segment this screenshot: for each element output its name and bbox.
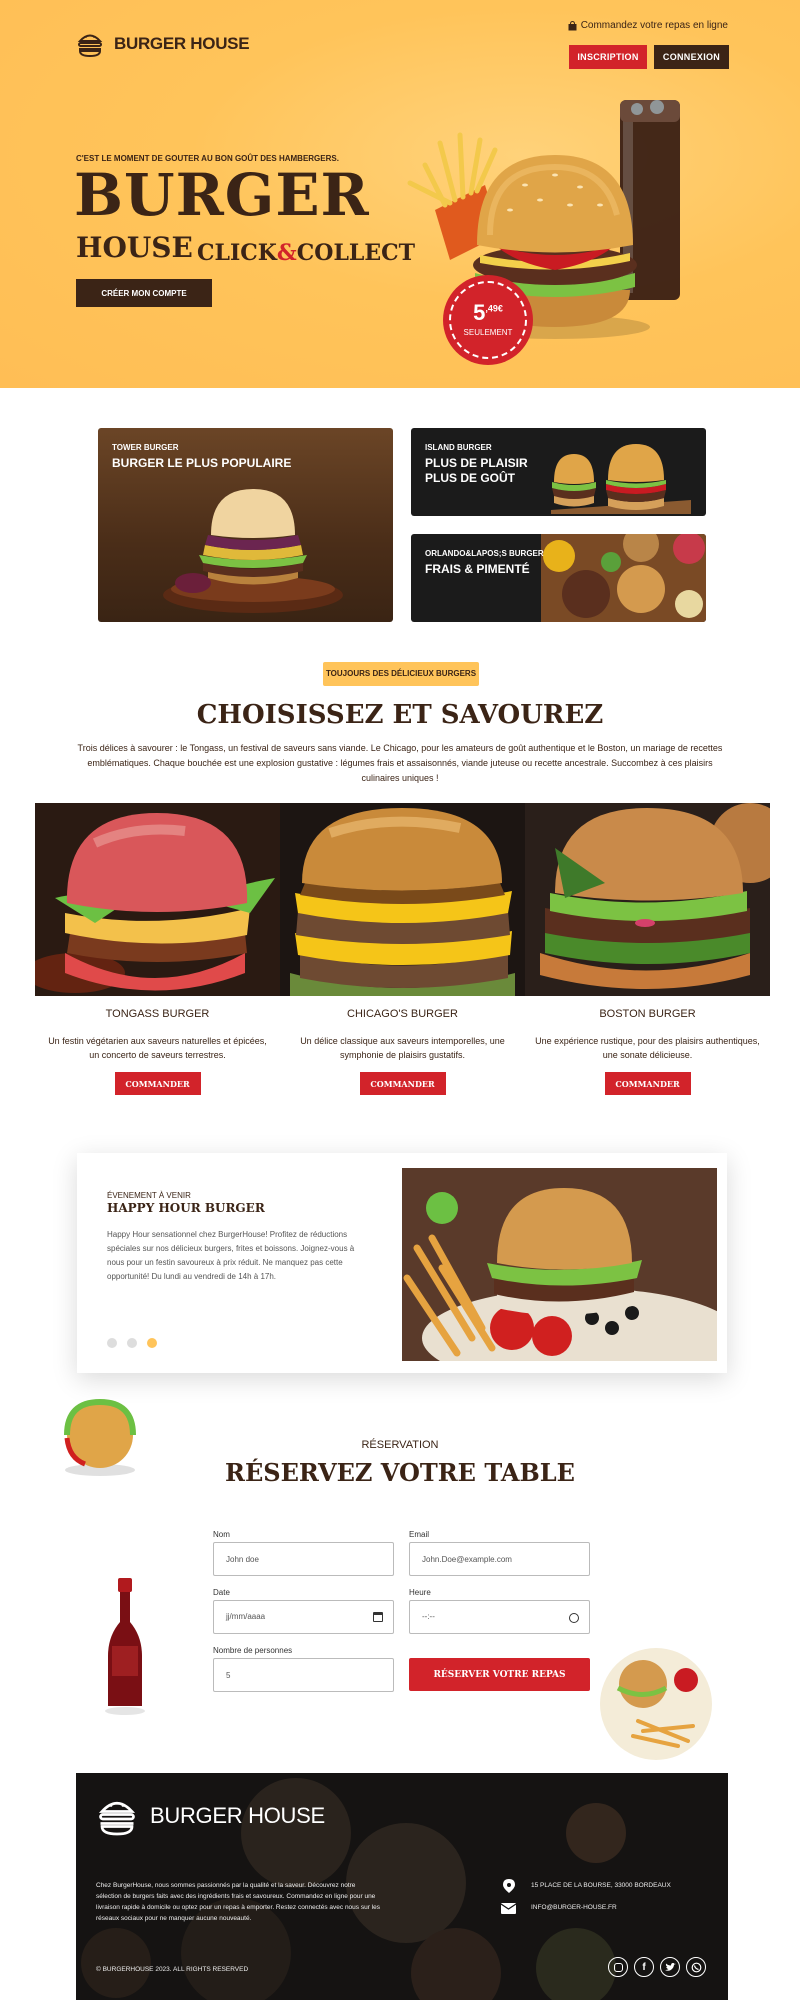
- promo-tower-title: BURGER LE PLUS POPULAIRE: [112, 456, 292, 470]
- product-card-boston: BOSTON BURGER Une expérience rustique, p…: [525, 803, 770, 1095]
- tongass-burger-image: [35, 803, 280, 996]
- whatsapp-icon[interactable]: [686, 1957, 706, 1977]
- event-title: HAPPY HOUR BURGER: [107, 1201, 265, 1215]
- create-account-button[interactable]: CRÉER MON COMPTE: [76, 279, 212, 307]
- price-value: 5,49€: [443, 300, 533, 326]
- product-name: TONGASS BURGER: [105, 1008, 210, 1020]
- choose-intro: Trois délices à savourer : le Tongass, u…: [77, 743, 723, 783]
- twitter-icon[interactable]: [660, 1957, 680, 1977]
- chicago-burger-image: [280, 803, 525, 996]
- time-placeholder: --:--: [422, 1612, 435, 1621]
- hero-title-house: HOUSE: [76, 231, 193, 264]
- product-desc: Un festin végétarien aux saveurs naturel…: [48, 1036, 267, 1060]
- event-burger-image: [402, 1168, 717, 1361]
- promo-island-sub: ISLAND BURGER: [425, 443, 492, 452]
- price-main: 5: [473, 300, 486, 325]
- promo-card-orlando[interactable]: ORLANDO&LAPOS;S BURGER FRAIS & PIMENTÉ: [411, 534, 706, 622]
- reservation-title: RÉSERVEZ VOTRE TABLE: [225, 1458, 575, 1487]
- section-pill: TOUJOURS DES DÉLICIEUX BURGERS: [323, 662, 479, 686]
- choose-title: CHOISISSEZ ET SAVOUREZ: [196, 700, 604, 730]
- price-badge: 5,49€ SEULEMENT: [443, 275, 533, 365]
- name-label: Nom: [213, 1530, 230, 1539]
- footer-email[interactable]: INFO@BURGER-HOUSE.FR: [531, 1904, 617, 1911]
- product-card-tongass: TONGASS BURGER Un festin végétarien aux …: [35, 803, 280, 1095]
- carousel-dot-1[interactable]: [107, 1338, 117, 1348]
- hero-title-amp: &: [276, 240, 297, 266]
- order-button[interactable]: COMMANDER: [114, 1072, 201, 1095]
- instagram-icon[interactable]: [608, 1957, 628, 1977]
- event-carousel: ÉVENEMENT À VENIR HAPPY HOUR BURGER Happ…: [77, 1153, 727, 1373]
- date-placeholder: jj/mm/aaaa: [226, 1612, 266, 1621]
- promo-island-title-1: PLUS DE PLAISIR: [425, 456, 528, 470]
- reserve-button[interactable]: RÉSERVER VOTRE REPAS: [409, 1658, 590, 1691]
- burger-logo-icon: [98, 1801, 136, 1836]
- promo-card-tower[interactable]: TOWER BURGER BURGER LE PLUS POPULAIRE: [98, 428, 393, 622]
- footer-address: 15 PLACE DE LA BOURSE, 33000 BORDEAUX: [531, 1882, 671, 1889]
- hero-title-click: CLICK: [197, 240, 277, 266]
- island-burgers-image: [551, 444, 691, 514]
- time-field[interactable]: --:--: [409, 1600, 590, 1634]
- people-field[interactable]: [213, 1658, 394, 1692]
- product-name: CHICAGO'S BURGER: [347, 1008, 458, 1020]
- brand-name: BURGER HOUSE: [114, 34, 250, 53]
- location-pin-icon: [503, 1879, 515, 1893]
- burger-logo-icon: [77, 34, 103, 58]
- orlando-burger-image: [541, 534, 706, 622]
- footer-logo[interactable]: BURGER HOUSE: [96, 1795, 325, 1837]
- date-label: Date: [213, 1588, 230, 1597]
- email-label: Email: [409, 1530, 430, 1539]
- plate-burger-fries-image: [600, 1648, 712, 1760]
- promo-island-title-2: PLUS DE GOÛT: [425, 471, 516, 485]
- product-desc: Une expérience rustique, pour des plaisi…: [535, 1036, 760, 1060]
- reservation-kicker: RÉSERVATION: [361, 1439, 439, 1451]
- carousel-dot-3[interactable]: [147, 1338, 157, 1348]
- people-label: Nombre de personnes: [213, 1646, 293, 1655]
- promo-card-island[interactable]: ISLAND BURGER PLUS DE PLAISIR PLUS DE GO…: [411, 428, 706, 516]
- boston-burger-image: [525, 803, 770, 996]
- hero-section: BURGER HOUSE Commandez votre repas en li…: [0, 0, 800, 388]
- brand-logo[interactable]: BURGER HOUSE: [76, 30, 250, 58]
- promo-tower-sub: TOWER BURGER: [112, 443, 179, 452]
- shopping-bag-icon: [568, 20, 577, 30]
- product-desc: Un délice classique aux saveurs intempor…: [300, 1036, 505, 1060]
- login-button[interactable]: CONNEXION: [654, 45, 729, 69]
- name-field[interactable]: [213, 1542, 394, 1576]
- price-note: SEULEMENT: [463, 328, 513, 337]
- price-cents: ,49€: [485, 303, 503, 314]
- event-text: Happy Hour sensationnel chez BurgerHouse…: [107, 1230, 355, 1281]
- promo-orlando-title: FRAIS & PIMENTÉ: [425, 562, 530, 576]
- promo-orlando-sub: ORLANDO&LAPOS;S BURGER: [425, 549, 544, 558]
- hero-title-burger: BURGER: [74, 161, 370, 229]
- mail-icon: [501, 1903, 516, 1914]
- time-label: Heure: [409, 1588, 431, 1597]
- hot-sauce-bottle-image: [105, 1578, 145, 1715]
- footer-about: Chez BurgerHouse, nous sommes passionnés…: [96, 1882, 380, 1922]
- carousel-dot-2[interactable]: [127, 1338, 137, 1348]
- footer-brand-name: BURGER HOUSE: [150, 1803, 325, 1828]
- signup-button[interactable]: INSCRIPTION: [569, 45, 647, 69]
- product-name: BOSTON BURGER: [599, 1008, 696, 1020]
- clock-icon[interactable]: [569, 1613, 579, 1623]
- facebook-icon[interactable]: f: [634, 1957, 654, 1977]
- calendar-icon[interactable]: [373, 1612, 383, 1622]
- order-online-text: Commandez votre repas en ligne: [580, 20, 728, 31]
- footer: BURGER HOUSE Chez BurgerHouse, nous somm…: [76, 1773, 728, 2000]
- hero-title-click-collect: CLICK&COLLECT: [197, 242, 415, 264]
- tower-burger-image: [163, 489, 343, 613]
- date-field[interactable]: jj/mm/aaaa: [213, 1600, 394, 1634]
- order-online-link[interactable]: Commandez votre repas en ligne: [568, 20, 728, 31]
- footer-copyright: © BURGERHOUSE 2023. ALL RIGHTS RESERVED: [96, 1966, 249, 1973]
- order-button[interactable]: COMMANDER: [604, 1072, 691, 1095]
- hero-title-collect: COLLECT: [296, 240, 416, 266]
- event-kicker: ÉVENEMENT À VENIR: [107, 1191, 191, 1200]
- product-card-chicago: CHICAGO'S BURGER Un délice classique aux…: [280, 803, 525, 1095]
- order-button[interactable]: COMMANDER: [359, 1072, 446, 1095]
- email-field[interactable]: [409, 1542, 590, 1576]
